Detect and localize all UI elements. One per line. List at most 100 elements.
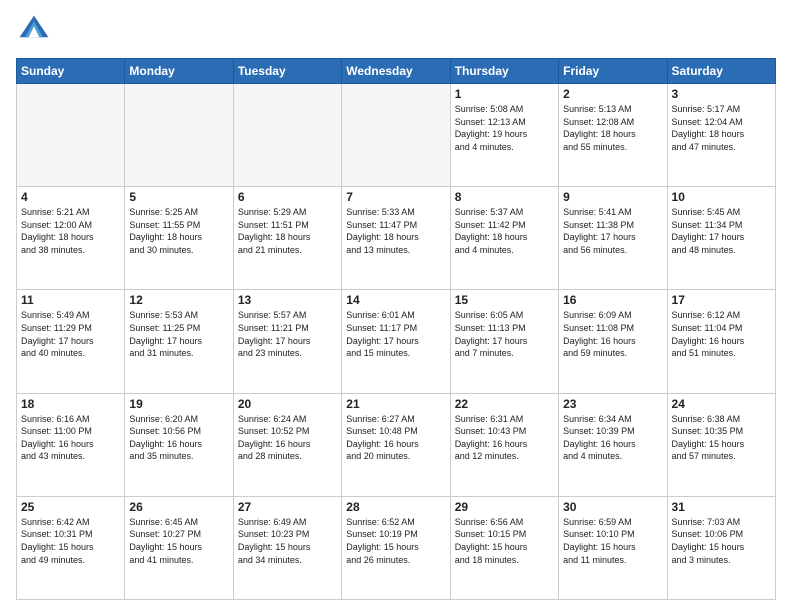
day-number: 29 — [455, 500, 554, 514]
day-info: Sunrise: 6:38 AM Sunset: 10:35 PM Daylig… — [672, 413, 771, 463]
calendar-cell: 16 Sunrise: 6:09 AM Sunset: 11:08 PM Dayl… — [559, 290, 667, 393]
calendar-cell: 4 Sunrise: 5:21 AM Sunset: 12:00 AM Dayli… — [17, 187, 125, 290]
calendar-cell: 27 Sunrise: 6:49 AM Sunset: 10:23 PM Dayl… — [233, 496, 341, 599]
calendar-cell: 19Sunrise: 6:20 AM Sunset: 10:56 PM Dayl… — [125, 393, 233, 496]
day-info: Sunrise: 5:45 AM Sunset: 11:34 PM Daylig… — [672, 206, 771, 256]
calendar-cell: 8 Sunrise: 5:37 AM Sunset: 11:42 PM Dayli… — [450, 187, 558, 290]
calendar-cell: 20Sunrise: 6:24 AM Sunset: 10:52 PM Dayl… — [233, 393, 341, 496]
calendar-cell: 7 Sunrise: 5:33 AM Sunset: 11:47 PM Dayli… — [342, 187, 450, 290]
col-header-wednesday: Wednesday — [342, 59, 450, 84]
calendar-cell: 15Sunrise: 6:05 AM Sunset: 11:13 PM Dayl… — [450, 290, 558, 393]
day-info: Sunrise: 5:17 AM Sunset: 12:04 AM Daylig… — [672, 103, 771, 153]
col-header-saturday: Saturday — [667, 59, 775, 84]
day-info: Sunrise: 5:53 AM Sunset: 11:25 PM Daylig… — [129, 309, 228, 359]
day-info: Sunrise: 6:52 AM Sunset: 10:19 PM Daylig… — [346, 516, 445, 566]
day-number: 20 — [238, 397, 337, 411]
day-info: Sunrise: 6:59 AM Sunset: 10:10 PM Daylig… — [563, 516, 662, 566]
day-info: Sunrise: 6:49 AM Sunset: 10:23 PM Daylig… — [238, 516, 337, 566]
col-header-monday: Monday — [125, 59, 233, 84]
day-number: 18 — [21, 397, 120, 411]
day-number: 30 — [563, 500, 662, 514]
day-info: Sunrise: 6:16 AM Sunset: 11:00 PM Daylig… — [21, 413, 120, 463]
calendar-cell — [342, 84, 450, 187]
day-number: 10 — [672, 190, 771, 204]
day-number: 21 — [346, 397, 445, 411]
day-number: 26 — [129, 500, 228, 514]
day-number: 7 — [346, 190, 445, 204]
logo — [16, 12, 56, 48]
header — [16, 12, 776, 48]
col-header-sunday: Sunday — [17, 59, 125, 84]
day-number: 6 — [238, 190, 337, 204]
day-info: Sunrise: 5:33 AM Sunset: 11:47 PM Daylig… — [346, 206, 445, 256]
week-row-4: 25 Sunrise: 6:42 AM Sunset: 10:31 PM Dayl… — [17, 496, 776, 599]
calendar-cell: 9 Sunrise: 5:41 AM Sunset: 11:38 PM Dayli… — [559, 187, 667, 290]
week-row-3: 18 Sunrise: 6:16 AM Sunset: 11:00 PM Dayl… — [17, 393, 776, 496]
week-row-1: 4 Sunrise: 5:21 AM Sunset: 12:00 AM Dayli… — [17, 187, 776, 290]
calendar-cell: 12 Sunrise: 5:53 AM Sunset: 11:25 PM Dayl… — [125, 290, 233, 393]
day-number: 5 — [129, 190, 228, 204]
col-header-tuesday: Tuesday — [233, 59, 341, 84]
calendar-cell: 23 Sunrise: 6:34 AM Sunset: 10:39 PM Dayl… — [559, 393, 667, 496]
day-info: Sunrise: 5:08 AM Sunset: 12:13 AM Daylig… — [455, 103, 554, 153]
calendar-cell: 14 Sunrise: 6:01 AM Sunset: 11:17 PM Dayl… — [342, 290, 450, 393]
calendar-cell: 18 Sunrise: 6:16 AM Sunset: 11:00 PM Dayl… — [17, 393, 125, 496]
day-info: Sunrise: 5:57 AM Sunset: 11:21 PM Daylig… — [238, 309, 337, 359]
day-number: 16 — [563, 293, 662, 307]
day-info: Sunrise: 6:27 AM Sunset: 10:48 PM Daylig… — [346, 413, 445, 463]
calendar-cell: 28 Sunrise: 6:52 AM Sunset: 10:19 PM Dayl… — [342, 496, 450, 599]
calendar-cell: 26 Sunrise: 6:45 AM Sunset: 10:27 PM Dayl… — [125, 496, 233, 599]
day-info: Sunrise: 5:49 AM Sunset: 11:29 PM Daylig… — [21, 309, 120, 359]
col-header-friday: Friday — [559, 59, 667, 84]
day-info: Sunrise: 6:56 AM Sunset: 10:15 PM Daylig… — [455, 516, 554, 566]
calendar: SundayMondayTuesdayWednesdayThursdayFrid… — [16, 58, 776, 600]
calendar-cell: 2Sunrise: 5:13 AM Sunset: 12:08 AM Dayli… — [559, 84, 667, 187]
day-info: Sunrise: 5:25 AM Sunset: 11:55 PM Daylig… — [129, 206, 228, 256]
calendar-cell: 11 Sunrise: 5:49 AM Sunset: 11:29 PM Dayl… — [17, 290, 125, 393]
calendar-cell: 6 Sunrise: 5:29 AM Sunset: 11:51 PM Dayli… — [233, 187, 341, 290]
week-row-2: 11 Sunrise: 5:49 AM Sunset: 11:29 PM Dayl… — [17, 290, 776, 393]
day-number: 13 — [238, 293, 337, 307]
day-info: Sunrise: 7:03 AM Sunset: 10:06 PM Daylig… — [672, 516, 771, 566]
day-info: Sunrise: 6:34 AM Sunset: 10:39 PM Daylig… — [563, 413, 662, 463]
day-info: Sunrise: 6:31 AM Sunset: 10:43 PM Daylig… — [455, 413, 554, 463]
calendar-cell: 21 Sunrise: 6:27 AM Sunset: 10:48 PM Dayl… — [342, 393, 450, 496]
day-info: Sunrise: 5:37 AM Sunset: 11:42 PM Daylig… — [455, 206, 554, 256]
day-number: 31 — [672, 500, 771, 514]
calendar-cell: 29 Sunrise: 6:56 AM Sunset: 10:15 PM Dayl… — [450, 496, 558, 599]
logo-icon — [16, 12, 52, 48]
day-number: 23 — [563, 397, 662, 411]
calendar-cell: 22Sunrise: 6:31 AM Sunset: 10:43 PM Dayl… — [450, 393, 558, 496]
day-number: 3 — [672, 87, 771, 101]
calendar-cell: 30 Sunrise: 6:59 AM Sunset: 10:10 PM Dayl… — [559, 496, 667, 599]
calendar-cell: 13 Sunrise: 5:57 AM Sunset: 11:21 PM Dayl… — [233, 290, 341, 393]
day-number: 15 — [455, 293, 554, 307]
calendar-cell: 17Sunrise: 6:12 AM Sunset: 11:04 PM Dayl… — [667, 290, 775, 393]
day-number: 28 — [346, 500, 445, 514]
col-header-thursday: Thursday — [450, 59, 558, 84]
calendar-cell: 10 Sunrise: 5:45 AM Sunset: 11:34 PM Dayl… — [667, 187, 775, 290]
day-number: 8 — [455, 190, 554, 204]
day-info: Sunrise: 6:12 AM Sunset: 11:04 PM Daylig… — [672, 309, 771, 359]
day-number: 24 — [672, 397, 771, 411]
calendar-cell — [233, 84, 341, 187]
calendar-cell: 25 Sunrise: 6:42 AM Sunset: 10:31 PM Dayl… — [17, 496, 125, 599]
day-number: 12 — [129, 293, 228, 307]
day-number: 27 — [238, 500, 337, 514]
calendar-cell: 5 Sunrise: 5:25 AM Sunset: 11:55 PM Dayli… — [125, 187, 233, 290]
day-info: Sunrise: 6:09 AM Sunset: 11:08 PM Daylig… — [563, 309, 662, 359]
day-number: 1 — [455, 87, 554, 101]
calendar-cell — [17, 84, 125, 187]
day-info: Sunrise: 6:20 AM Sunset: 10:56 PM Daylig… — [129, 413, 228, 463]
day-number: 11 — [21, 293, 120, 307]
day-info: Sunrise: 5:41 AM Sunset: 11:38 PM Daylig… — [563, 206, 662, 256]
day-info: Sunrise: 6:01 AM Sunset: 11:17 PM Daylig… — [346, 309, 445, 359]
day-number: 4 — [21, 190, 120, 204]
day-number: 14 — [346, 293, 445, 307]
day-info: Sunrise: 6:45 AM Sunset: 10:27 PM Daylig… — [129, 516, 228, 566]
day-number: 25 — [21, 500, 120, 514]
day-info: Sunrise: 6:42 AM Sunset: 10:31 PM Daylig… — [21, 516, 120, 566]
day-number: 9 — [563, 190, 662, 204]
day-info: Sunrise: 5:21 AM Sunset: 12:00 AM Daylig… — [21, 206, 120, 256]
day-info: Sunrise: 5:29 AM Sunset: 11:51 PM Daylig… — [238, 206, 337, 256]
